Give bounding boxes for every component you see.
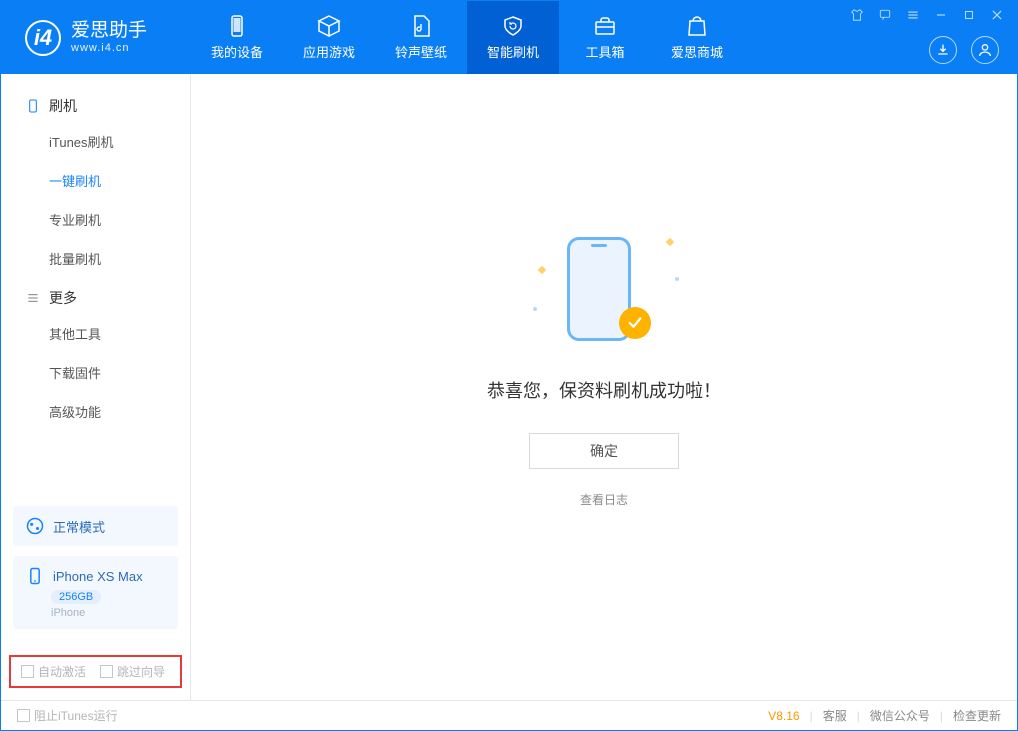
- check-badge-icon: [619, 307, 651, 339]
- tab-label: 爱思商城: [671, 42, 723, 61]
- footer-link-support[interactable]: 客服: [823, 707, 847, 724]
- dot-icon: [675, 277, 679, 281]
- window-controls: [849, 7, 1005, 23]
- tab-toolbox[interactable]: 工具箱: [559, 1, 651, 74]
- user-button[interactable]: [971, 36, 999, 64]
- sidebar-group-header: 更多: [25, 288, 166, 308]
- menu-icon[interactable]: [905, 7, 921, 23]
- checkbox-label: 自动激活: [38, 663, 86, 680]
- header-actions: [929, 36, 999, 64]
- app-window: i4 爱思助手 www.i4.cn 我的设备 应用游戏 铃声壁纸 智能刷机: [0, 0, 1018, 731]
- sidebar-item-oneclick-flash[interactable]: 一键刷机: [25, 161, 166, 200]
- view-log-link[interactable]: 查看日志: [580, 491, 628, 508]
- main-content: 恭喜您，保资料刷机成功啦！ 确定 查看日志: [191, 74, 1017, 700]
- download-icon: [935, 42, 951, 58]
- title-bar: i4 爱思助手 www.i4.cn 我的设备 应用游戏 铃声壁纸 智能刷机: [1, 1, 1017, 74]
- checkbox-auto-activate[interactable]: 自动激活: [21, 663, 86, 680]
- tab-label: 铃声壁纸: [395, 42, 447, 61]
- sidebar-item-download-firmware[interactable]: 下载固件: [25, 353, 166, 392]
- mode-icon: [25, 516, 45, 536]
- list-icon: [25, 290, 41, 306]
- tab-my-device[interactable]: 我的设备: [191, 1, 283, 74]
- tab-label: 我的设备: [211, 42, 263, 61]
- logo-area: i4 爱思助手 www.i4.cn: [1, 20, 191, 56]
- tab-label: 应用游戏: [303, 42, 355, 61]
- success-illustration: [529, 227, 679, 347]
- checkbox-icon: [100, 665, 113, 678]
- tab-smart-flash[interactable]: 智能刷机: [467, 1, 559, 74]
- sparkle-icon: [538, 265, 546, 273]
- status-bar: 阻止iTunes运行 V8.16 | 客服 | 微信公众号 | 检查更新: [1, 700, 1017, 730]
- device-name: iPhone XS Max: [53, 569, 143, 584]
- checkbox-label: 跳过向导: [117, 663, 165, 680]
- shopping-bag-icon: [684, 14, 710, 38]
- success-message: 恭喜您，保资料刷机成功啦！: [487, 377, 721, 403]
- music-file-icon: [408, 14, 434, 38]
- sidebar-item-batch-flash[interactable]: 批量刷机: [25, 239, 166, 278]
- body: 刷机 iTunes刷机 一键刷机 专业刷机 批量刷机 更多: [1, 74, 1017, 700]
- close-button[interactable]: [989, 7, 1005, 23]
- checkbox-icon: [21, 665, 34, 678]
- sidebar-item-pro-flash[interactable]: 专业刷机: [25, 200, 166, 239]
- skin-icon[interactable]: [849, 7, 865, 23]
- sidebar-scroll: 刷机 iTunes刷机 一键刷机 专业刷机 批量刷机 更多: [1, 74, 190, 496]
- sidebar-item-advanced[interactable]: 高级功能: [25, 392, 166, 431]
- phone-icon: [224, 14, 250, 38]
- footer-right: V8.16 | 客服 | 微信公众号 | 检查更新: [768, 707, 1001, 724]
- ok-button[interactable]: 确定: [529, 433, 679, 469]
- version-label: V8.16: [768, 709, 799, 723]
- tab-store[interactable]: 爱思商城: [651, 1, 743, 74]
- sidebar-group-more: 更多 其他工具 下载固件 高级功能: [1, 288, 190, 431]
- tab-label: 工具箱: [585, 42, 624, 61]
- device-panel[interactable]: iPhone XS Max 256GB iPhone: [13, 556, 178, 629]
- sidebar-item-itunes-flash[interactable]: iTunes刷机: [25, 122, 166, 161]
- app-subtitle: www.i4.cn: [71, 42, 147, 54]
- sidebar-group-title: 刷机: [49, 96, 77, 116]
- feedback-icon[interactable]: [877, 7, 893, 23]
- device-type: iPhone: [51, 607, 166, 619]
- sidebar-item-other-tools[interactable]: 其他工具: [25, 314, 166, 353]
- device-small-icon: [25, 98, 41, 114]
- options-highlight-box: 自动激活 跳过向导: [9, 655, 182, 688]
- cube-icon: [316, 14, 342, 38]
- toolbox-icon: [592, 14, 618, 38]
- checkbox-block-itunes[interactable]: 阻止iTunes运行: [17, 707, 118, 724]
- refresh-shield-icon: [500, 14, 526, 38]
- sparkle-icon: [666, 237, 674, 245]
- checkbox-skip-guide[interactable]: 跳过向导: [100, 663, 165, 680]
- device-capacity-badge: 256GB: [51, 590, 101, 604]
- app-title: 爱思助手: [71, 21, 147, 42]
- tab-apps-games[interactable]: 应用游戏: [283, 1, 375, 74]
- user-icon: [977, 42, 993, 58]
- dot-icon: [533, 307, 537, 311]
- device-icon: [25, 566, 45, 586]
- maximize-button[interactable]: [961, 7, 977, 23]
- download-button[interactable]: [929, 36, 957, 64]
- device-panels: 正常模式 iPhone XS Max 256GB iPhone: [1, 496, 190, 655]
- sidebar: 刷机 iTunes刷机 一键刷机 专业刷机 批量刷机 更多: [1, 74, 191, 700]
- checkbox-label: 阻止iTunes运行: [34, 707, 118, 724]
- mode-label: 正常模式: [53, 517, 105, 536]
- sidebar-group-title: 更多: [49, 288, 77, 308]
- footer-left: 阻止iTunes运行: [17, 707, 118, 724]
- tab-label: 智能刷机: [487, 42, 539, 61]
- minimize-button[interactable]: [933, 7, 949, 23]
- logo-text: 爱思助手 www.i4.cn: [71, 21, 147, 54]
- mode-panel[interactable]: 正常模式: [13, 506, 178, 546]
- checkbox-icon: [17, 709, 30, 722]
- tab-ringtone-wallpaper[interactable]: 铃声壁纸: [375, 1, 467, 74]
- app-logo-icon: i4: [25, 20, 61, 56]
- sidebar-group-header: 刷机: [25, 96, 166, 116]
- footer-link-update[interactable]: 检查更新: [953, 707, 1001, 724]
- sidebar-group-flash: 刷机 iTunes刷机 一键刷机 专业刷机 批量刷机: [1, 96, 190, 278]
- footer-link-wechat[interactable]: 微信公众号: [870, 707, 930, 724]
